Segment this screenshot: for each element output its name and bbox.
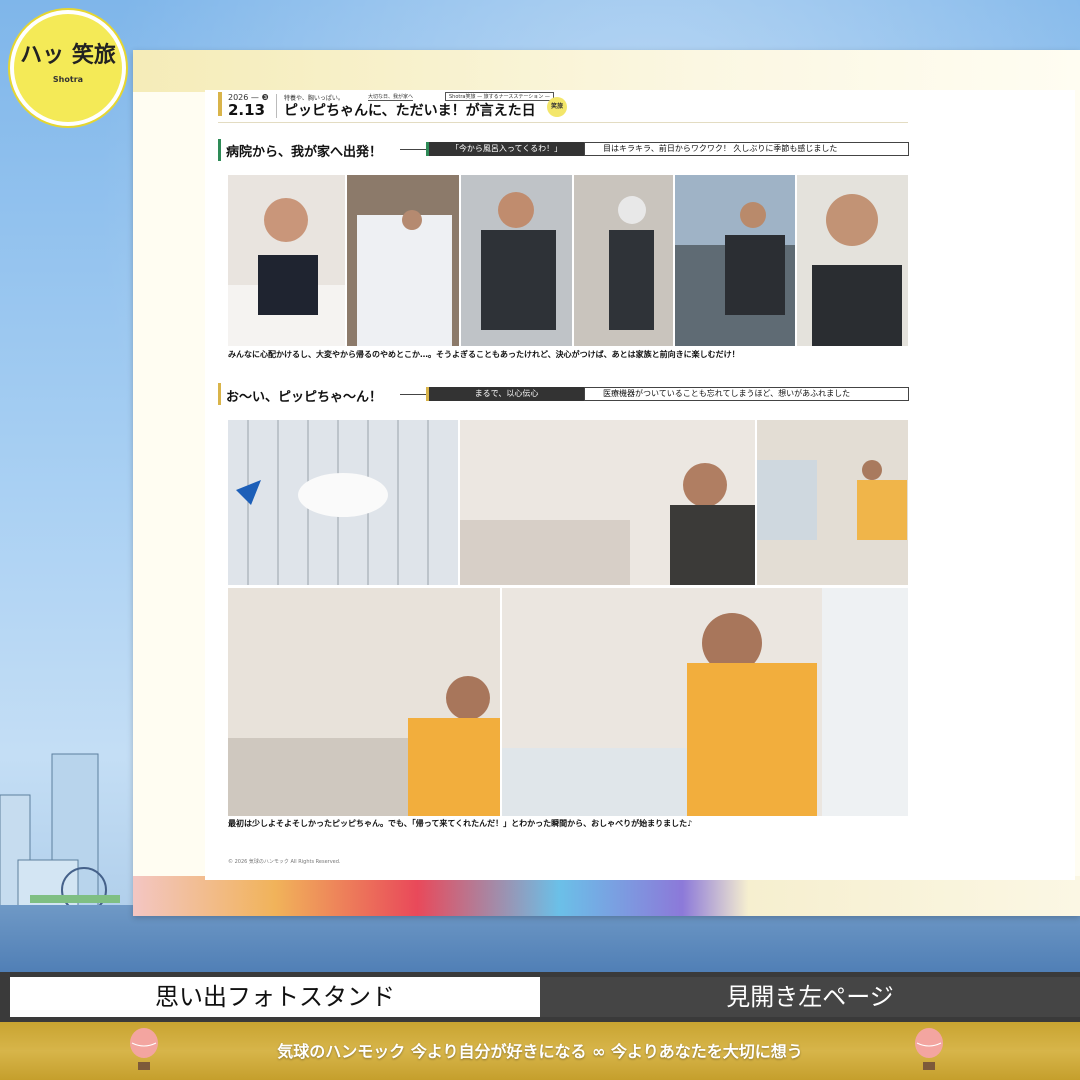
photo-wheelchair-harbor (675, 175, 795, 346)
page-title: ピッピちゃんに、ただいま！が言えた日 (284, 103, 536, 119)
copyright: © 2026 気球のハンモック All Rights Reserved. (228, 859, 341, 865)
photo-desk-orange-towel (228, 588, 500, 816)
section1-accent-bar (218, 139, 221, 161)
section2-caption: 最初は少しよそよそしかったピッピちゃん。でも、「帰って来てくれたんだ！」とわかっ… (228, 819, 693, 828)
nav-left-page[interactable]: 見開き左ページ (540, 977, 1080, 1017)
header-badge: 笑旅 (547, 97, 567, 117)
section2-quote-pill: まるで、以心伝心 (426, 387, 584, 401)
footer-slogan: 気球のハンモック 今より自分が好きになる ∞ 今よりあなたを大切に想う (277, 1042, 803, 1061)
paper-top-band (133, 50, 1080, 92)
section1-title: 病院から、我が家へ出発！ (226, 145, 383, 160)
photo-cockatoo-cage (228, 420, 458, 585)
section1-quote-pill: 「今から風呂入ってくるわ！」 (426, 142, 584, 156)
nav-photo-stand[interactable]: 思い出フォトスタンド (10, 977, 540, 1017)
logo-mark: ハッ (20, 43, 65, 68)
shotra-logo: ハッ 笑旅 Shotra (10, 10, 126, 126)
section2-dash (400, 394, 426, 395)
photo-wheelchair-cap (461, 175, 572, 346)
header-accent-bar (218, 92, 222, 116)
paper-rainbow-band (133, 876, 1080, 916)
photo-room-wide (757, 420, 908, 585)
photo-desk-looking-up (460, 420, 755, 585)
logo-subtitle: Shotra (52, 75, 84, 84)
section2-description: 医療機器がついていることも忘れてしまうほど、想いがあふれました (584, 387, 909, 401)
header-date: 2.13 (228, 101, 266, 119)
logo-title: 笑旅 (71, 43, 116, 68)
section2-title: お〜い、ピッピちゃ〜ん！ (226, 390, 383, 405)
header-rule (218, 122, 908, 123)
photo-closeup-orange-towel (502, 588, 908, 816)
header-divider (276, 94, 277, 118)
section2-accent-bar (218, 383, 221, 405)
section1-dash (400, 149, 426, 150)
photo-hospital-bed-smile (228, 175, 345, 346)
photo-car-window (797, 175, 908, 346)
section1-description: 目はキラキラ、前日からワクワク！ 久しぶりに季節も感じました (584, 142, 909, 156)
photo-wave-hand (574, 175, 673, 346)
photo-hospital-bed-lying (347, 175, 459, 346)
section1-caption: みんなに心配かけるし、大変やから帰るのやめとこか…。そうよぎることもあったけれど… (228, 350, 740, 359)
